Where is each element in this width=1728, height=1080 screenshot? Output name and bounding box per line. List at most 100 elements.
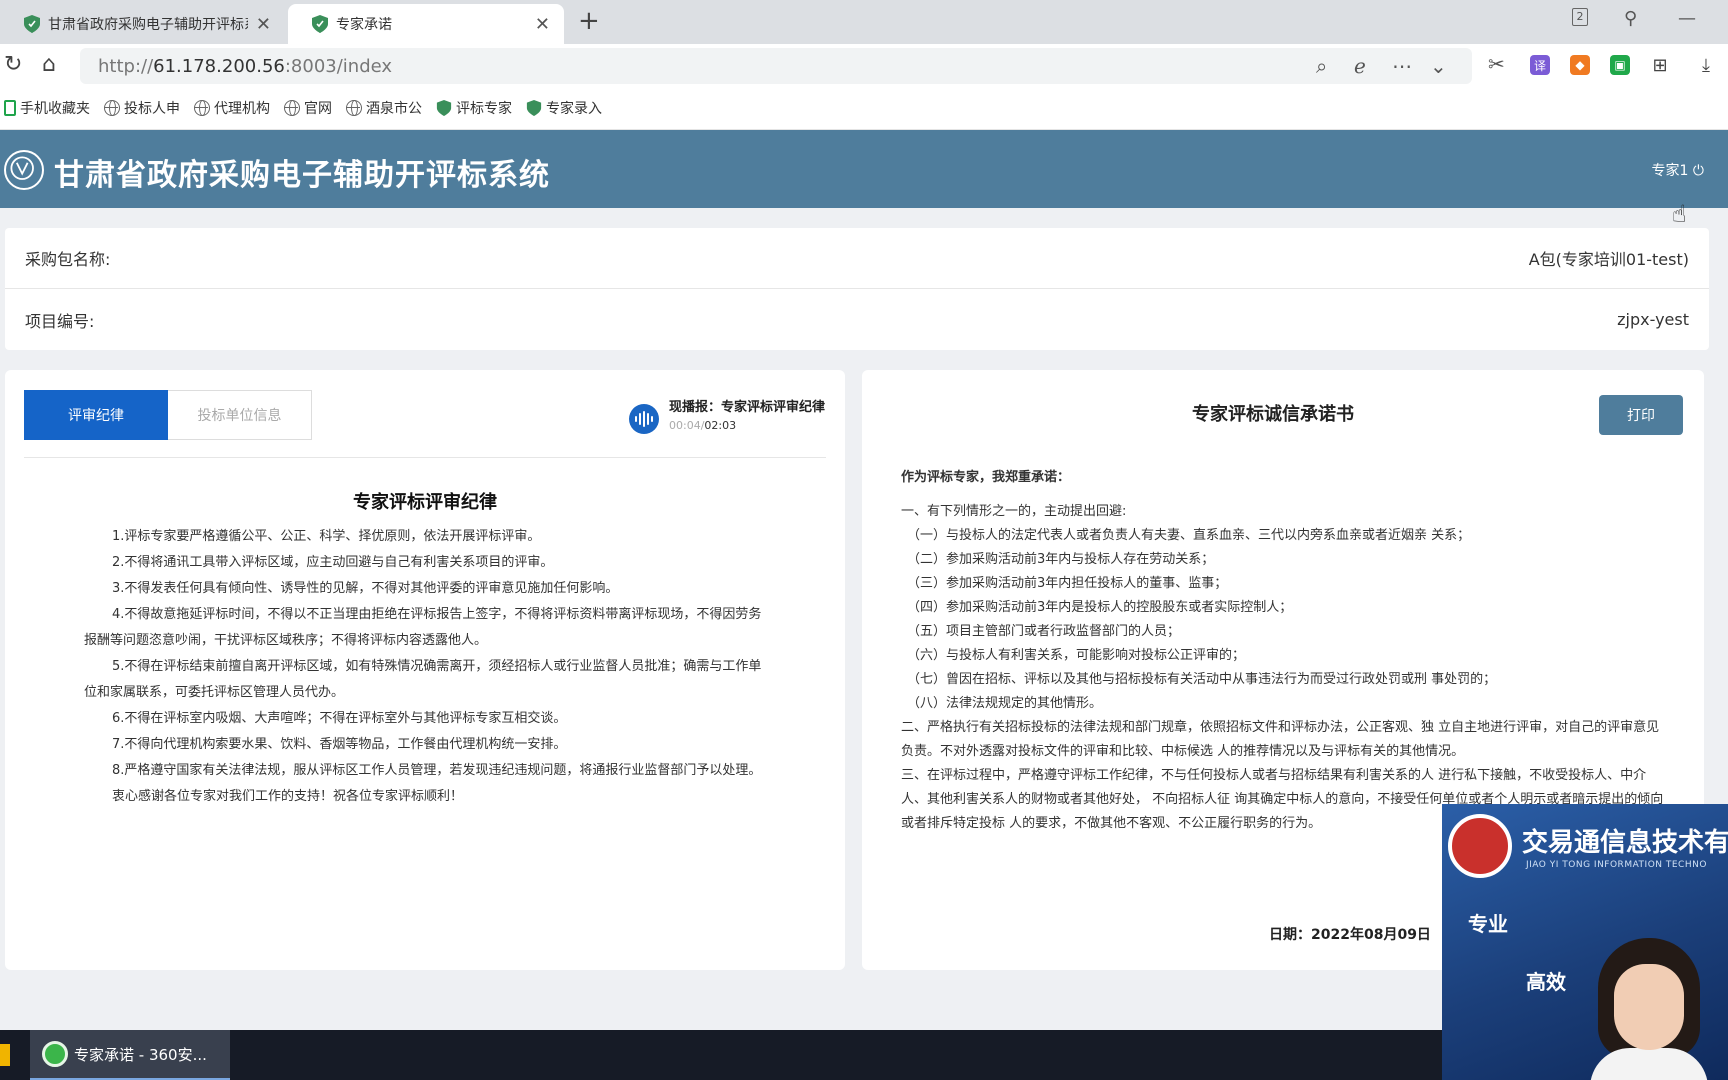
bookmark-item[interactable]: 手机收藏夹 bbox=[4, 98, 90, 118]
package-info-card: 采购包名称: A包(专家培训01-test) 项目编号: zjpx-yest bbox=[5, 228, 1709, 350]
close-tab-icon[interactable]: ✕ bbox=[256, 14, 271, 35]
presenter bbox=[1590, 938, 1708, 1080]
shirt-icon[interactable]: ⚲ bbox=[1624, 8, 1637, 29]
rule-thanks: 衷心感谢各位专家对我们工作的支持！祝各位专家评标顺利！ bbox=[112, 789, 464, 804]
pledge-text: 作为评标专家，我郑重承诺： 一、有下列情形之一的，主动提出回避: （一）与投标人… bbox=[901, 466, 1671, 836]
audio-title: 现播报：专家评标评审纪律 bbox=[669, 400, 826, 415]
user-logout[interactable]: 专家1 ⏻ bbox=[1652, 160, 1704, 180]
pledge-section: 一、有下列情形之一的，主动提出回避: bbox=[901, 504, 1127, 519]
slogan-word: 高效 bbox=[1526, 970, 1566, 994]
pledge-item: （一）与投标人的法定代表人或者负责人有夫妻、直系血亲、三代以内旁系血亲或者近姻亲… bbox=[907, 528, 1471, 543]
user-name: 专家1 bbox=[1651, 163, 1689, 179]
globe-icon bbox=[284, 99, 300, 116]
rule-item: 3.不得发表任何具有倾向性、诱导性的见解，不得对其他评委的评审意见施加任何影响。 bbox=[112, 581, 619, 596]
browser-navbar: ↻ ⌂ http://61.178.200.56:8003/index ⌕ ℯ … bbox=[0, 44, 1728, 86]
pledge-item: （四）参加采购活动前3年内是投标人的控股股东或者实际控制人； bbox=[907, 600, 1293, 615]
shield-icon bbox=[526, 99, 542, 116]
audio-time: 00:04/02:03 bbox=[669, 419, 737, 432]
system-logo-icon bbox=[4, 150, 44, 190]
power-icon[interactable]: ⏻ bbox=[1688, 163, 1704, 179]
browser-tab-pledge[interactable]: 专家承诺 ✕ bbox=[288, 4, 564, 44]
bookmark-item[interactable]: 代理机构 bbox=[194, 98, 270, 118]
rules-title: 专家评标评审纪律 bbox=[353, 492, 497, 513]
url-text: http://61.178.200.56:8003/index bbox=[98, 56, 393, 77]
rule-item: 1.评标专家要严格遵循公平、公正、科学、择优原则，依法开展评标评审。 bbox=[112, 529, 541, 544]
bookmark-item[interactable]: 官网 bbox=[284, 98, 332, 118]
presenter-video: 交易通信息技术有 JIAO YI TONG INFORMATION TECHNO… bbox=[1442, 804, 1728, 1080]
game-icon[interactable]: ◆ bbox=[1570, 55, 1590, 75]
project-number-row: 项目编号: zjpx-yest bbox=[5, 289, 1709, 350]
hand-cursor-icon: ☝ bbox=[1672, 200, 1687, 228]
rules-list: 1.评标专家要严格遵循公平、公正、科学、择优原则，依法开展评标评审。 2.不得将… bbox=[84, 524, 764, 810]
project-number-value: zjpx-yest bbox=[1617, 310, 1689, 329]
divider bbox=[24, 457, 826, 458]
scissors-icon[interactable]: ✂ bbox=[1488, 52, 1505, 76]
extension-icon[interactable]: ▣ bbox=[1610, 55, 1630, 75]
audio-elapsed: 00:04 bbox=[669, 419, 701, 432]
print-button[interactable]: 打印 bbox=[1599, 395, 1683, 435]
bookmark-item[interactable]: 酒泉市公 bbox=[346, 98, 422, 118]
start-icon[interactable] bbox=[0, 1044, 10, 1066]
panel-tabs: 评审纪律 投标单位信息 bbox=[24, 390, 312, 440]
package-name-row: 采购包名称: A包(专家培训01-test) bbox=[5, 228, 1709, 289]
audio-total: 02:03 bbox=[704, 419, 737, 432]
globe-icon bbox=[104, 99, 120, 116]
bookmarks-bar: 手机收藏夹 投标人申 代理机构 官网 酒泉市公 评标专家 专家录入 bbox=[0, 86, 1728, 130]
browser-tab-system[interactable]: 甘肃省政府采购电子辅助开评标系统 ✕ bbox=[0, 4, 285, 44]
browser-tab-title: 甘肃省政府采购电子辅助开评标系统 bbox=[48, 17, 248, 33]
rule-item: 5.不得在评标结束前擅自离开评标区域，如有特殊情况确需离开，须经招标人或行业监督… bbox=[84, 659, 762, 700]
company-name: 交易通信息技术有 bbox=[1522, 828, 1728, 858]
pledge-lead: 作为评标专家，我郑重承诺： bbox=[901, 470, 1071, 485]
translate-icon[interactable]: 译 bbox=[1530, 55, 1550, 75]
globe-icon bbox=[194, 99, 210, 116]
apps-grid-icon[interactable]: ⊞ bbox=[1650, 55, 1670, 76]
company-logo bbox=[1448, 814, 1512, 878]
globe-icon bbox=[346, 99, 362, 116]
app-header: 甘肃省政府采购电子辅助开评标系统 专家1 ⏻ bbox=[0, 130, 1728, 208]
tab-counter-icon[interactable]: 2 bbox=[1572, 8, 1588, 26]
bookmark-item[interactable]: 评标专家 bbox=[436, 98, 512, 118]
taskbar: 专家承诺 - 360安... bbox=[0, 1030, 1442, 1080]
pledge-section: 二、严格执行有关招标投标的法律法规和部门规章，依照招标文件和评标办法，公正客观、… bbox=[901, 720, 1660, 759]
pledge-date: 日期：2022年08月09日 bbox=[1269, 927, 1431, 943]
browser-360-icon bbox=[42, 1041, 68, 1067]
pledge-item: （八）法律法规规定的其他情形。 bbox=[907, 696, 1103, 711]
package-name-value: A包(专家培训01-test) bbox=[1528, 250, 1689, 269]
shield-icon bbox=[312, 15, 328, 33]
tab-bidder-info[interactable]: 投标单位信息 bbox=[168, 390, 312, 440]
rule-item: 8.严格遵守国家有关法律法规，服从评标区工作人员管理，若发现违纪违规问题，将通报… bbox=[112, 763, 762, 778]
rule-item: 4.不得故意拖延评标时间，不得以不正当理由拒绝在评标报告上签字，不得将评标资料带… bbox=[84, 607, 762, 648]
new-tab-button[interactable]: + bbox=[578, 6, 600, 36]
home-icon[interactable]: ⌂ bbox=[42, 52, 56, 77]
rules-panel: 评审纪律 投标单位信息 现播报：专家评标评审纪律 00:04/02:03 专家评… bbox=[5, 370, 845, 970]
minimize-icon[interactable]: — bbox=[1678, 8, 1696, 29]
address-bar[interactable]: http://61.178.200.56:8003/index ⌕ ℯ ⋯ ⌄ bbox=[80, 48, 1472, 84]
slogan-word: 专业 bbox=[1468, 912, 1508, 936]
rule-item: 2.不得将通讯工具带入评标区域，应主动回避与自己有利害关系项目的评审。 bbox=[112, 555, 554, 570]
zoom-icon[interactable]: ⌕ bbox=[1316, 54, 1327, 78]
download-icon[interactable]: ⤓ bbox=[1696, 55, 1716, 76]
pledge-item: （七）曾因在招标、评标以及其他与招标投标有关活动中从事违法行为而受过行政处罚或刑… bbox=[907, 672, 1497, 687]
chevron-down-icon[interactable]: ⌄ bbox=[1430, 54, 1447, 78]
tab-review-rules[interactable]: 评审纪律 bbox=[24, 390, 168, 440]
company-name-en: JIAO YI TONG INFORMATION TECHNO bbox=[1526, 860, 1707, 870]
more-icon[interactable]: ⋯ bbox=[1392, 54, 1412, 78]
shield-icon bbox=[24, 15, 40, 33]
bookmark-phone-icon bbox=[4, 99, 16, 116]
reload-icon[interactable]: ↻ bbox=[4, 52, 22, 77]
browser-tab-strip: 甘肃省政府采购电子辅助开评标系统 ✕ 专家承诺 ✕ + 2 ⚲ — bbox=[0, 0, 1728, 44]
taskbar-app[interactable]: 专家承诺 - 360安... bbox=[30, 1030, 230, 1080]
browser-tab-title: 专家承诺 bbox=[336, 17, 392, 33]
compat-mode-icon[interactable]: ℯ bbox=[1354, 54, 1366, 78]
audio-player: 现播报：专家评标评审纪律 00:04/02:03 bbox=[629, 396, 825, 434]
bookmark-item[interactable]: 专家录入 bbox=[526, 98, 602, 118]
close-tab-icon[interactable]: ✕ bbox=[535, 14, 550, 35]
pledge-item: （五）项目主管部门或者行政监督部门的人员； bbox=[907, 624, 1181, 639]
pledge-item: （六）与投标人有利害关系，可能影响对投标公正评审的； bbox=[907, 648, 1246, 663]
pledge-item: （三）参加采购活动前3年内担任投标人的董事、监事； bbox=[907, 576, 1228, 591]
project-number-label: 项目编号: bbox=[25, 311, 95, 331]
bookmark-item[interactable]: 投标人申 bbox=[104, 98, 180, 118]
audio-wave-icon[interactable] bbox=[629, 404, 659, 434]
shield-icon bbox=[436, 99, 452, 116]
pledge-item: （二）参加采购活动前3年内与投标人存在劳动关系； bbox=[907, 552, 1215, 567]
